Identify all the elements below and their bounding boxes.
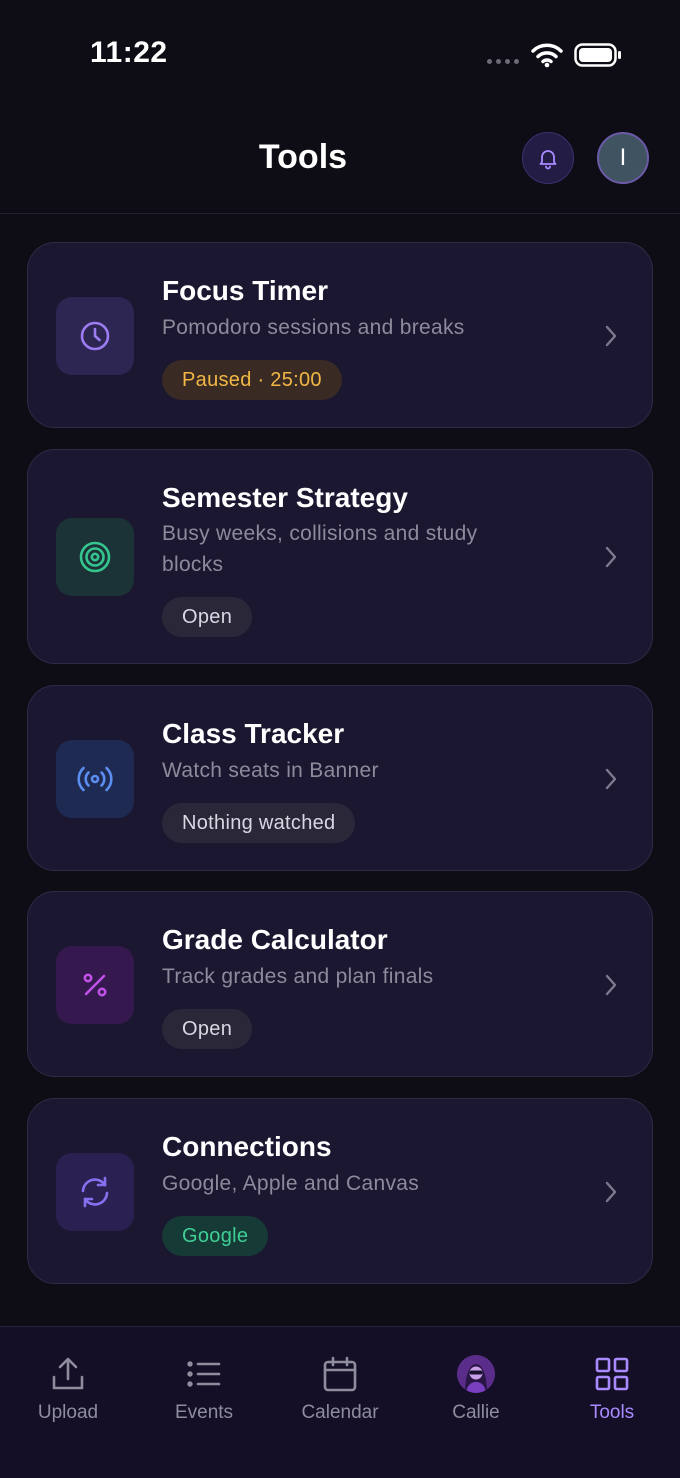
nav-label: Callie bbox=[452, 1402, 500, 1423]
chevron-right-icon bbox=[605, 325, 617, 347]
broadcast-icon bbox=[56, 740, 134, 818]
battery-icon bbox=[574, 43, 621, 67]
grid-icon bbox=[595, 1357, 629, 1391]
card-title: Connections bbox=[162, 1131, 332, 1162]
target-icon bbox=[56, 518, 134, 596]
page-title: Tools bbox=[258, 138, 348, 176]
nav-calendar[interactable]: Calendar bbox=[280, 1355, 400, 1424]
class-tracker-card[interactable]: Class Tracker Watch seats in Banner Noth… bbox=[27, 685, 653, 871]
chevron-right-icon bbox=[605, 974, 617, 996]
chevron-right-icon bbox=[605, 1181, 617, 1203]
status-bar: 11:22 bbox=[0, 0, 680, 110]
sync-icon bbox=[56, 1153, 134, 1231]
chevron-right-icon bbox=[605, 546, 617, 568]
card-title: Semester Strategy bbox=[162, 482, 408, 513]
bell-icon bbox=[539, 150, 557, 170]
nav-label: Upload bbox=[37, 1402, 99, 1423]
bottom-nav: Upload Events Calendar Callie Tools bbox=[0, 1326, 680, 1478]
status-badge: Nothing watched bbox=[162, 803, 356, 843]
status-badge: Google bbox=[162, 1216, 269, 1256]
wifi-icon bbox=[531, 43, 563, 68]
grade-calculator-card[interactable]: Grade Calculator Track grades and plan f… bbox=[27, 891, 653, 1077]
status-badge: Paused · 25:00 bbox=[162, 360, 342, 400]
nav-events[interactable]: Events bbox=[144, 1355, 264, 1424]
card-description: Google, Apple and Canvas bbox=[162, 1172, 420, 1195]
header: Tools I bbox=[0, 110, 680, 214]
card-description: Busy weeks, collisions and study blocks bbox=[162, 522, 478, 576]
semester-strategy-card[interactable]: Semester Strategy Busy weeks, collisions… bbox=[27, 449, 653, 664]
calendar-icon bbox=[323, 1356, 357, 1392]
list-icon bbox=[187, 1361, 221, 1387]
card-description: Track grades and plan finals bbox=[162, 965, 434, 988]
card-description: Pomodoro sessions and breaks bbox=[162, 316, 465, 339]
connections-card[interactable]: Connections Google, Apple and Canvas Goo… bbox=[27, 1098, 653, 1284]
nav-upload[interactable]: Upload bbox=[8, 1355, 128, 1424]
percent-icon bbox=[56, 946, 134, 1024]
notifications-button[interactable] bbox=[522, 132, 574, 184]
card-title: Class Tracker bbox=[162, 718, 345, 749]
card-title: Grade Calculator bbox=[162, 924, 388, 955]
clock-icon bbox=[56, 297, 134, 375]
cellular-icon bbox=[487, 59, 519, 64]
nav-tools[interactable]: Tools bbox=[552, 1355, 672, 1424]
status-time: 11:22 bbox=[90, 36, 168, 69]
card-description: Watch seats in Banner bbox=[162, 759, 379, 782]
chevron-right-icon bbox=[605, 768, 617, 790]
nav-label: Tools bbox=[589, 1402, 635, 1423]
nav-label: Events bbox=[174, 1402, 234, 1423]
upload-icon bbox=[52, 1357, 84, 1390]
nav-callie[interactable]: Callie bbox=[416, 1355, 536, 1424]
status-badge: Open bbox=[162, 1009, 253, 1049]
focus-timer-card[interactable]: Focus Timer Pomodoro sessions and breaks… bbox=[27, 242, 653, 428]
nav-label: Calendar bbox=[301, 1402, 379, 1423]
card-title: Focus Timer bbox=[162, 275, 328, 306]
callie-avatar-icon bbox=[457, 1355, 495, 1393]
status-badge: Open bbox=[162, 597, 253, 637]
profile-avatar[interactable]: I bbox=[597, 132, 649, 184]
